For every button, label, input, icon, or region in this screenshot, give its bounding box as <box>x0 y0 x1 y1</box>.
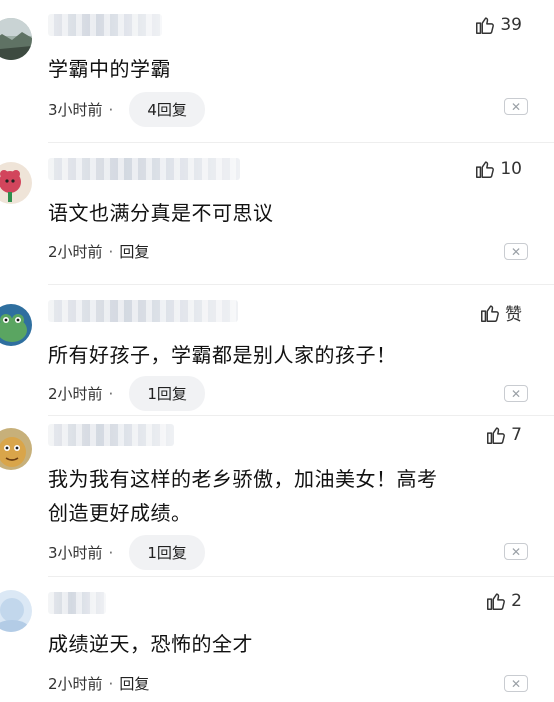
comment-text: 我为我有这样的老乡骄傲，加油美女！高考 创造更好成绩。 <box>48 462 518 530</box>
comment-meta: 3小时前 · 1回复 <box>48 535 205 570</box>
divider <box>48 142 554 143</box>
username-blurred[interactable] <box>48 14 162 36</box>
cartoon-face-avatar-image <box>0 428 32 470</box>
like-count: 7 <box>511 425 522 445</box>
comment-text: 成绩逆天，恐怖的全才 <box>48 632 253 656</box>
separator-dot: · <box>108 242 114 261</box>
timestamp: 3小时前 <box>48 101 103 119</box>
separator-dot: · <box>108 543 114 562</box>
comment-text-line: 创造更好成绩。 <box>48 501 192 525</box>
avatar[interactable] <box>0 162 32 204</box>
pink-creature-avatar-image <box>0 162 32 204</box>
like-button[interactable]: 7 <box>485 424 522 446</box>
like-button[interactable]: 2 <box>485 590 522 612</box>
landscape-avatar-image <box>0 18 32 60</box>
divider <box>48 576 554 577</box>
like-count: 39 <box>500 15 522 35</box>
thumbs-up-icon <box>487 593 506 610</box>
timestamp: 3小时前 <box>48 544 103 562</box>
avatar[interactable] <box>0 590 32 632</box>
comment-text: 所有好孩子，学霸都是别人家的孩子！ <box>48 343 397 367</box>
username-blurred[interactable] <box>48 300 238 322</box>
comment-meta: 2小时前 · 回复 <box>48 241 149 262</box>
avatar[interactable] <box>0 428 32 470</box>
comment-meta: 2小时前 · 回复 <box>48 673 149 694</box>
thumbs-up-icon <box>476 161 495 178</box>
reply-count-button[interactable]: 1回复 <box>129 376 205 411</box>
timestamp: 2小时前 <box>48 243 103 261</box>
username-blurred[interactable] <box>48 592 106 614</box>
close-icon[interactable]: ✕ <box>504 385 528 402</box>
reply-button[interactable]: 回复 <box>119 241 149 262</box>
avatar[interactable] <box>0 18 32 60</box>
light-blue-avatar-image <box>0 590 32 632</box>
like-button[interactable]: 赞 <box>479 300 522 325</box>
username-blurred[interactable] <box>48 158 240 180</box>
thumbs-up-icon <box>481 304 499 322</box>
comment-text: 语文也满分真是不可思议 <box>48 201 274 225</box>
reply-count-button[interactable]: 4回复 <box>129 92 205 127</box>
thumbs-up-icon <box>476 17 495 34</box>
avatar[interactable] <box>0 304 32 346</box>
like-count: 10 <box>500 159 522 179</box>
reply-count-button[interactable]: 1回复 <box>129 535 205 570</box>
timestamp: 2小时前 <box>48 385 103 403</box>
close-icon[interactable]: ✕ <box>504 675 528 692</box>
comment-meta: 3小时前 · 4回复 <box>48 92 205 127</box>
comment-text-line: 我为我有这样的老乡骄傲，加油美女！高考 <box>48 467 438 491</box>
timestamp: 2小时前 <box>48 675 103 693</box>
divider <box>48 284 554 285</box>
like-label: 赞 <box>505 305 522 325</box>
close-icon[interactable]: ✕ <box>504 98 528 115</box>
comment-text: 学霸中的学霸 <box>48 57 171 81</box>
close-icon[interactable]: ✕ <box>504 243 528 260</box>
comment-meta: 2小时前 · 1回复 <box>48 376 205 411</box>
close-icon[interactable]: ✕ <box>504 543 528 560</box>
username-blurred[interactable] <box>48 424 174 446</box>
frog-avatar-image <box>0 304 32 346</box>
like-count: 2 <box>511 591 522 611</box>
separator-dot: · <box>108 384 114 403</box>
divider <box>48 415 554 416</box>
thumbs-up-icon <box>487 427 506 444</box>
like-button[interactable]: 39 <box>474 14 522 36</box>
separator-dot: · <box>108 100 114 119</box>
reply-button[interactable]: 回复 <box>119 673 149 694</box>
like-button[interactable]: 10 <box>474 158 522 180</box>
separator-dot: · <box>108 674 114 693</box>
